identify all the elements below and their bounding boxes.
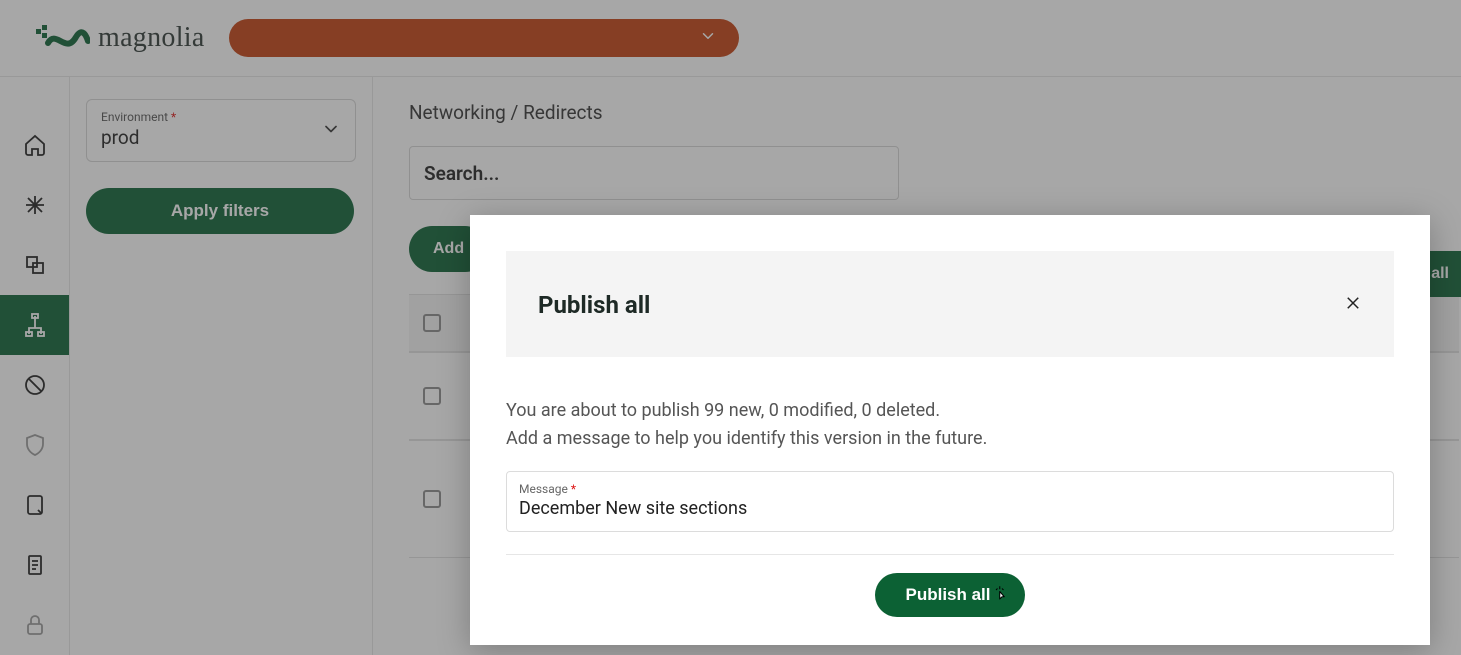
- app-root: magnolia: [0, 0, 1461, 655]
- modal-footer: Publish all: [470, 555, 1430, 645]
- modal-line-2: Add a message to help you identify this …: [506, 425, 1394, 453]
- message-field[interactable]: Message * December New site sections: [506, 471, 1394, 532]
- modal-body: You are about to publish 99 new, 0 modif…: [470, 357, 1430, 540]
- modal-line-1: You are about to publish 99 new, 0 modif…: [506, 397, 1394, 425]
- cursor-icon: [993, 583, 1011, 608]
- publish-all-modal: Publish all You are about to publish 99 …: [470, 215, 1430, 645]
- modal-close-button[interactable]: [1344, 294, 1362, 316]
- message-label: Message: [519, 482, 568, 496]
- publish-all-submit-label: Publish all: [905, 585, 990, 605]
- modal-header: Publish all: [506, 251, 1394, 357]
- modal-title: Publish all: [538, 291, 650, 319]
- message-value: December New site sections: [519, 498, 1381, 519]
- required-asterisk: *: [571, 482, 576, 496]
- publish-all-submit-button[interactable]: Publish all: [875, 573, 1024, 617]
